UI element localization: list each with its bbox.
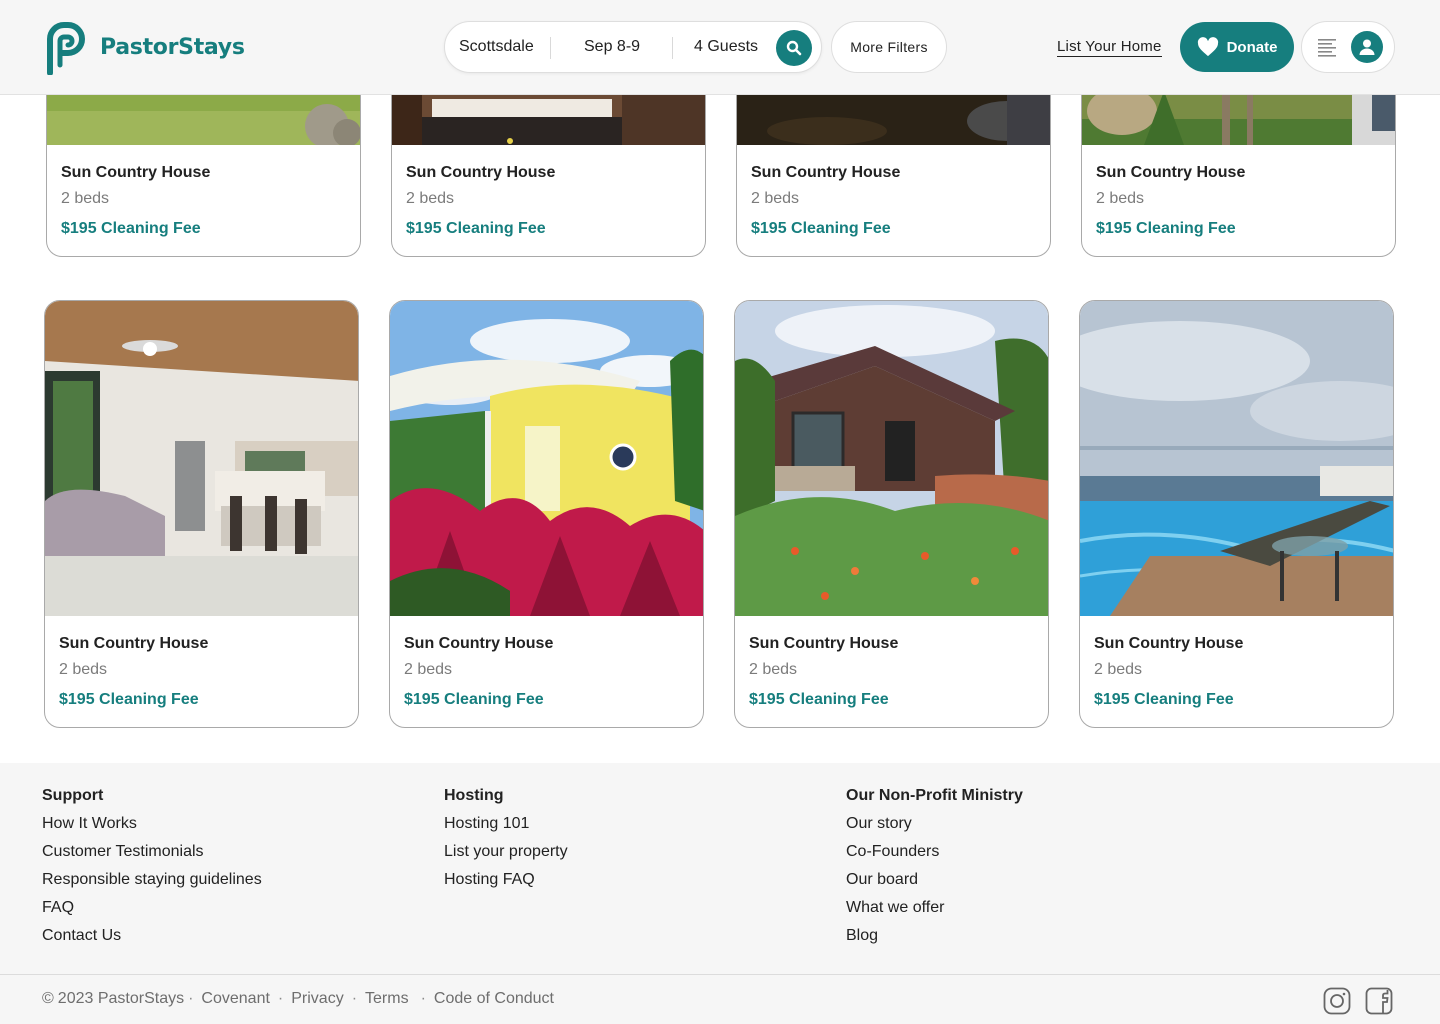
- footer-ministry-column: Our Non-Profit Ministry Our story Co-Fou…: [846, 787, 1023, 954]
- listing-title: Sun Country House: [406, 164, 556, 181]
- listing-beds: 2 beds: [1094, 661, 1143, 678]
- search-bar[interactable]: Scottsdale Sep 8-9 4 Guests: [444, 21, 822, 73]
- listing-beds: 2 beds: [1096, 190, 1145, 207]
- footer-heading: Our Non-Profit Ministry: [846, 787, 1023, 804]
- listing-fee: $195 Cleaning Fee: [59, 691, 199, 708]
- listing-title: Sun Country House: [1096, 164, 1246, 181]
- footer-link[interactable]: Blog: [846, 926, 1023, 945]
- footer-link[interactable]: Responsible staying guidelines: [42, 870, 262, 889]
- search-divider: [550, 37, 551, 59]
- privacy-link[interactable]: Privacy: [291, 990, 343, 1008]
- footer-link[interactable]: Our story: [846, 814, 1023, 833]
- footer-heading: Hosting: [444, 787, 504, 804]
- listing-title: Sun Country House: [751, 164, 901, 181]
- copyright-text: 2023 PastorStays: [57, 990, 185, 1007]
- copyright-icon: ©: [42, 990, 54, 1007]
- footer-divider: [0, 974, 1440, 975]
- listing-card[interactable]: Sun Country House 2 beds $195 Cleaning F…: [1079, 300, 1394, 728]
- dates-field[interactable]: Sep 8-9: [584, 38, 640, 56]
- listing-title: Sun Country House: [61, 164, 211, 181]
- footer-link[interactable]: How It Works: [42, 814, 262, 833]
- guests-field[interactable]: 4 Guests: [694, 38, 758, 56]
- footer-link[interactable]: What we offer: [846, 898, 1023, 917]
- listing-beds: 2 beds: [59, 661, 108, 678]
- user-menu-button[interactable]: [1301, 21, 1395, 73]
- facebook-icon[interactable]: [1365, 987, 1393, 1015]
- separator-dot: ·: [351, 990, 358, 1007]
- listing-photo: [390, 301, 703, 616]
- listing-beds: 2 beds: [406, 190, 455, 207]
- listing-card[interactable]: Sun Country House 2 beds $195 Cleaning F…: [389, 300, 704, 728]
- listing-photo: [735, 301, 1048, 616]
- listing-title: Sun Country House: [1094, 635, 1244, 652]
- footer-link[interactable]: Contact Us: [42, 926, 262, 945]
- list-your-home-link[interactable]: List Your Home: [1057, 38, 1162, 57]
- listing-title: Sun Country House: [404, 635, 554, 652]
- listing-beds: 2 beds: [751, 190, 800, 207]
- listing-fee: $195 Cleaning Fee: [749, 691, 889, 708]
- separator-dot: ·: [188, 990, 194, 1007]
- listing-fee: $195 Cleaning Fee: [1094, 691, 1234, 708]
- footer-link[interactable]: List your property: [444, 842, 568, 861]
- site-footer: Support How It Works Customer Testimonia…: [0, 763, 1440, 1024]
- listing-photo: [45, 301, 358, 616]
- listing-title: Sun Country House: [749, 635, 899, 652]
- footer-link[interactable]: Hosting FAQ: [444, 870, 568, 889]
- separator-dot: ·: [277, 990, 284, 1007]
- footer-support-column: Support How It Works Customer Testimonia…: [42, 787, 262, 954]
- listing-fee: $195 Cleaning Fee: [751, 220, 891, 237]
- menu-icon: [1318, 39, 1336, 57]
- listing-beds: 2 beds: [61, 190, 110, 207]
- listing-fee: $195 Cleaning Fee: [404, 691, 544, 708]
- listing-photo: [1080, 301, 1393, 616]
- listing-title: Sun Country House: [59, 635, 209, 652]
- search-icon: [786, 40, 802, 56]
- footer-link[interactable]: Co-Founders: [846, 842, 1023, 861]
- more-filters-button[interactable]: More Filters: [831, 21, 947, 73]
- listing-fee: $195 Cleaning Fee: [406, 220, 546, 237]
- footer-heading: Support: [42, 787, 104, 804]
- search-divider: [672, 37, 673, 59]
- search-button[interactable]: [776, 30, 812, 66]
- site-header: PastorStays Scottsdale Sep 8-9 4 Guests …: [0, 0, 1440, 95]
- footer-link[interactable]: Hosting 101: [444, 814, 568, 833]
- covenant-link[interactable]: Covenant: [201, 990, 270, 1008]
- listing-fee: $195 Cleaning Fee: [1096, 220, 1236, 237]
- listing-beds: 2 beds: [749, 661, 798, 678]
- listing-fee: $195 Cleaning Fee: [61, 220, 201, 237]
- footer-link[interactable]: FAQ: [42, 898, 262, 917]
- code-of-conduct-link[interactable]: Code of Conduct: [434, 990, 554, 1008]
- footer-hosting-column: Hosting Hosting 101 List your property H…: [444, 787, 568, 898]
- donate-button[interactable]: Donate: [1180, 22, 1294, 72]
- avatar: [1351, 31, 1383, 63]
- separator-dot: ·: [420, 990, 426, 1007]
- terms-link[interactable]: Terms: [365, 990, 409, 1008]
- listing-card[interactable]: Sun Country House 2 beds $195 Cleaning F…: [44, 300, 359, 728]
- brand-name: PastorStays: [100, 34, 245, 60]
- footer-legal-bar: © 2023 PastorStays · Covenant · Privacy …: [42, 990, 554, 1008]
- listing-card[interactable]: Sun Country House 2 beds $195 Cleaning F…: [734, 300, 1049, 728]
- donate-label: Donate: [1226, 38, 1278, 56]
- footer-link[interactable]: Customer Testimonials: [42, 842, 262, 861]
- brand-logo[interactable]: PastorStays: [44, 19, 245, 75]
- heart-icon: [1197, 37, 1218, 57]
- user-icon: [1359, 39, 1375, 55]
- pastorstays-logo-icon: [47, 22, 86, 75]
- location-field[interactable]: Scottsdale: [459, 38, 534, 56]
- instagram-icon[interactable]: [1323, 987, 1351, 1015]
- listing-beds: 2 beds: [404, 661, 453, 678]
- footer-link[interactable]: Our board: [846, 870, 1023, 889]
